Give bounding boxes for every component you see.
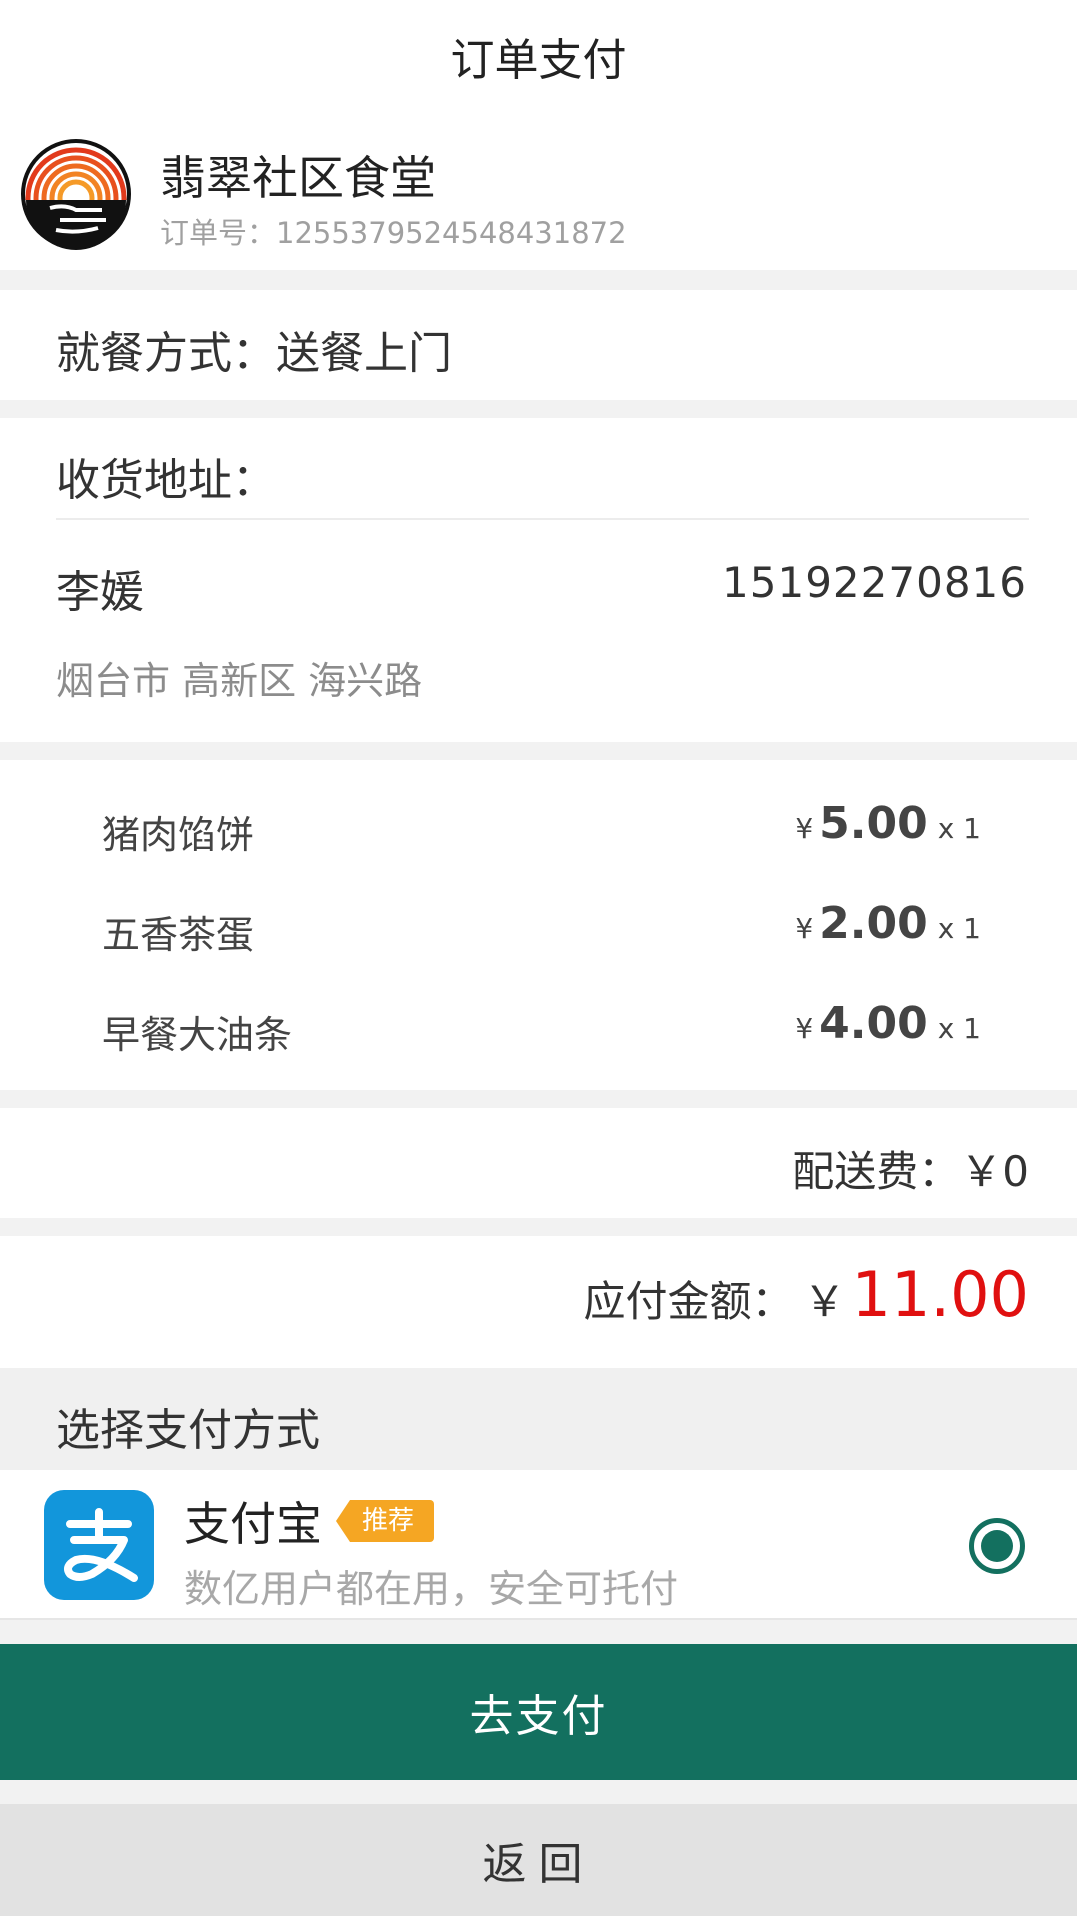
address-detail: 烟台市 高新区 海兴路 xyxy=(56,659,423,703)
delivery-fee-section: 配送费： ￥0 xyxy=(0,1108,1077,1218)
radio-selected-dot xyxy=(981,1530,1013,1562)
delivery-fee-value: ￥0 xyxy=(960,1147,1029,1196)
back-button[interactable]: 返回 xyxy=(0,1804,1077,1916)
currency-symbol: ¥ xyxy=(795,912,814,945)
divider xyxy=(56,518,1029,520)
recipient-name: 李媛 xyxy=(56,567,144,618)
item-name: 早餐大油条 xyxy=(102,1013,293,1057)
shop-header: 翡翠社区食堂 订单号：1255379524548431872 xyxy=(0,112,1077,270)
delivery-fee-label: 配送费： xyxy=(792,1147,961,1196)
total-section: 应付金额： ￥ 11.00 xyxy=(0,1236,1077,1368)
canteen-logo-icon xyxy=(21,139,131,250)
item-price: ¥ 5.00 x 1 xyxy=(795,798,981,849)
currency-symbol: ¥ xyxy=(795,812,814,845)
item-quantity: x 1 xyxy=(937,912,981,945)
address-label: 收货地址： xyxy=(56,455,276,506)
order-number: 订单号：1255379524548431872 xyxy=(160,216,627,250)
price-value: 5.00 xyxy=(819,798,928,849)
total-amount-line: 应付金额： ￥ 11.00 xyxy=(583,1258,1029,1331)
price-value: 2.00 xyxy=(819,898,928,949)
payment-description: 数亿用户都在用，安全可托付 xyxy=(184,1567,679,1611)
dining-method: 就餐方式：送餐上门 xyxy=(56,328,452,379)
item-price: ¥ 2.00 x 1 xyxy=(795,898,981,949)
list-item: 猪肉馅饼 ¥ 5.00 x 1 xyxy=(0,788,1077,868)
recipient-phone: 15192270816 xyxy=(722,558,1027,607)
total-amount: 11.00 xyxy=(851,1258,1030,1331)
currency-symbol: ¥ xyxy=(795,1012,814,1045)
alipay-option[interactable]: 支付宝 推荐 数亿用户都在用，安全可托付 xyxy=(0,1470,1077,1620)
dining-method-section: 就餐方式：送餐上门 xyxy=(0,290,1077,400)
item-name: 猪肉馅饼 xyxy=(102,813,255,857)
list-item: 早餐大油条 ¥ 4.00 x 1 xyxy=(0,988,1077,1068)
item-quantity: x 1 xyxy=(937,812,981,845)
order-items-section: 猪肉馅饼 ¥ 5.00 x 1 五香茶蛋 ¥ 2.00 x 1 早餐大油条 ¥ … xyxy=(0,760,1077,1090)
recommend-badge: 推荐 xyxy=(336,1500,435,1542)
order-payment-page: 订单支付 翡翠社区食堂 订单号：1255379524548431872 就餐方式… xyxy=(0,0,1077,1916)
delivery-fee: 配送费： ￥0 xyxy=(792,1138,1029,1199)
item-price: ¥ 4.00 x 1 xyxy=(795,998,981,1049)
total-currency: ￥ xyxy=(803,1277,846,1326)
address-section[interactable]: 收货地址： 李媛 15192270816 烟台市 高新区 海兴路 xyxy=(0,418,1077,742)
payment-method-header: 选择支付方式 xyxy=(0,1368,1077,1470)
total-label: 应付金额： xyxy=(583,1277,794,1326)
payment-method-title: 选择支付方式 xyxy=(56,1405,320,1456)
item-quantity: x 1 xyxy=(937,1012,981,1045)
payment-name: 支付宝 xyxy=(184,1497,322,1551)
list-item: 五香茶蛋 ¥ 2.00 x 1 xyxy=(0,888,1077,968)
shop-name: 翡翠社区食堂 xyxy=(160,151,436,205)
pay-button[interactable]: 去支付 xyxy=(0,1644,1077,1780)
alipay-icon xyxy=(44,1490,154,1600)
payment-radio[interactable] xyxy=(969,1518,1025,1574)
price-value: 4.00 xyxy=(819,998,928,1049)
item-name: 五香茶蛋 xyxy=(102,913,255,957)
page-title: 订单支付 xyxy=(0,0,1077,112)
